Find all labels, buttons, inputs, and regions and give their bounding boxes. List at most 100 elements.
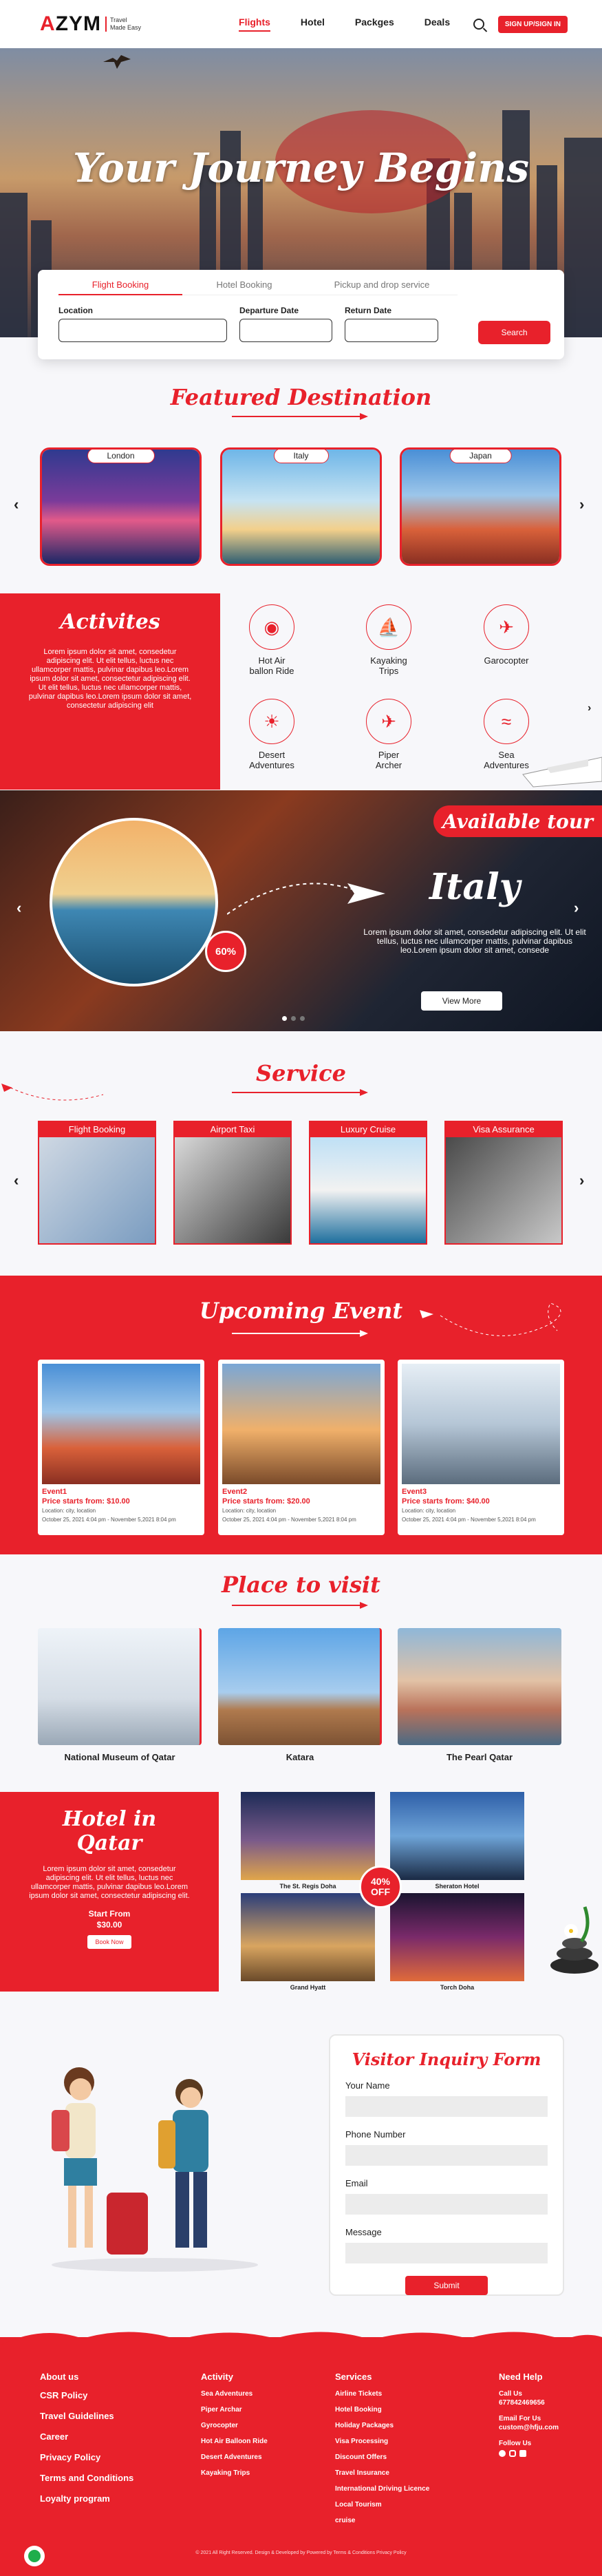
place-card[interactable] — [38, 1628, 202, 1745]
hotel-title: Hotel in Qatar — [62, 1807, 157, 1855]
footer-col-title[interactable]: About us — [40, 2372, 133, 2382]
phone-link[interactable]: 677842469656 — [499, 2399, 559, 2407]
activities-next-arrow[interactable]: › — [588, 702, 591, 715]
available-tour-banner: Available tour Italy Lorem ipsum dolor s… — [0, 790, 602, 1031]
footer-link[interactable]: Travel Guidelines — [40, 2411, 133, 2421]
footer-link[interactable]: Hotel Booking — [335, 2406, 429, 2414]
hotel-label: Sheraton Hotel — [435, 1883, 480, 1890]
email-input[interactable] — [345, 2194, 548, 2215]
service-prev-arrow[interactable]: ‹ — [14, 1172, 19, 1190]
footer-link[interactable]: Terms and Conditions — [40, 2473, 133, 2483]
footer-link[interactable]: Desert Adventures — [201, 2453, 268, 2461]
activity-desert[interactable]: ☀ Desert Adventures — [230, 699, 313, 770]
activity-hot-air-balloon[interactable]: ◉ Hot Air ballon Ride — [230, 604, 313, 676]
submit-button[interactable]: Submit — [405, 2276, 488, 2295]
logo[interactable]: AZYM Travel Made Easy — [40, 12, 141, 36]
tab-flight-booking[interactable]: Flight Booking — [58, 279, 182, 295]
activity-piper-archer[interactable]: ✈ Piper Archer — [347, 699, 430, 770]
service-card[interactable]: Luxury Cruise — [309, 1121, 427, 1245]
footer-link[interactable]: Career — [40, 2431, 133, 2442]
visa-assurance-image — [444, 1137, 563, 1245]
return-date-input[interactable] — [345, 319, 438, 342]
destination-card[interactable]: Italy — [220, 447, 382, 566]
hotel-image[interactable] — [241, 1792, 375, 1880]
footer-link[interactable]: Hot Air Balloon Ride — [201, 2438, 268, 2445]
search-button[interactable]: Search — [478, 321, 550, 344]
facebook-icon[interactable] — [499, 2450, 506, 2457]
name-label: Your Name — [345, 2080, 390, 2091]
tour-next-arrow[interactable]: › — [574, 899, 579, 917]
menu-item-packages[interactable]: Packges — [355, 17, 394, 32]
carousel-dot[interactable] — [300, 1016, 305, 1021]
featured-next-arrow[interactable]: › — [579, 496, 584, 514]
desert-icon: ☀ — [249, 699, 294, 744]
menu-item-flights[interactable]: Flights — [239, 17, 270, 32]
activity-garocopter[interactable]: ✈ Garocopter — [465, 604, 548, 666]
footer-link[interactable]: Airline Tickets — [335, 2390, 429, 2398]
destination-card[interactable]: London — [40, 447, 202, 566]
location-input[interactable] — [58, 319, 227, 342]
footer-link[interactable]: Holiday Packages — [335, 2422, 429, 2429]
signin-button[interactable]: SIGN UP/SIGN IN — [497, 15, 568, 33]
place-card[interactable] — [218, 1628, 382, 1745]
event-card[interactable]: Event2 Price starts from: $20.00 Locatio… — [218, 1360, 385, 1535]
phone-input[interactable] — [345, 2145, 548, 2166]
luxury-cruise-image — [309, 1137, 427, 1245]
footer-link[interactable]: Sea Adventures — [201, 2390, 268, 2398]
start-from-label: Start From — [88, 1909, 131, 1919]
cruise-ship-icon — [522, 757, 602, 788]
featured-prev-arrow[interactable]: ‹ — [14, 496, 19, 514]
hotel-image[interactable] — [241, 1893, 375, 1981]
service-card[interactable]: Visa Assurance — [444, 1121, 563, 1245]
available-tour-tag: Available tour — [433, 805, 602, 837]
footer-link[interactable]: Piper Archar — [201, 2406, 268, 2414]
inquiry-form: Visitor Inquiry Form Your Name Phone Num… — [329, 2034, 564, 2296]
view-more-button[interactable]: View More — [421, 991, 502, 1011]
service-next-arrow[interactable]: › — [579, 1172, 584, 1190]
email-link[interactable]: custom@hfju.com — [499, 2424, 559, 2431]
activities-panel: Activites Lorem ipsum dolor sit amet, co… — [0, 593, 220, 790]
footer-link[interactable]: Gyrocopter — [201, 2422, 268, 2429]
menu-item-hotel[interactable]: Hotel — [301, 17, 325, 32]
footer-link[interactable]: Kayaking Trips — [201, 2469, 268, 2477]
footer-link[interactable]: cruise — [335, 2517, 429, 2524]
carousel-dot[interactable] — [282, 1016, 287, 1021]
book-now-button[interactable]: Book Now — [87, 1935, 131, 1949]
place-card[interactable] — [398, 1628, 561, 1745]
activity-label: ballon Ride — [249, 666, 294, 676]
destination-label: Japan — [449, 450, 512, 463]
footer-link[interactable]: Loyalty program — [40, 2493, 133, 2504]
event-card[interactable]: Event1 Price starts from: $10.00 Locatio… — [38, 1360, 204, 1535]
place-label: The Pearl Qatar — [446, 1752, 513, 1762]
search-icon[interactable] — [473, 19, 484, 30]
email-label: Email For Us — [499, 2415, 541, 2422]
footer-link[interactable]: Visa Processing — [335, 2438, 429, 2445]
twitter-icon[interactable] — [519, 2450, 526, 2457]
japan-image — [402, 450, 559, 564]
footer-link[interactable]: Discount Offers — [335, 2453, 429, 2461]
destination-card[interactable]: Japan — [400, 447, 561, 566]
menu-item-deals[interactable]: Deals — [424, 17, 450, 32]
message-input[interactable] — [345, 2243, 548, 2263]
tab-hotel-booking[interactable]: Hotel Booking — [182, 279, 306, 295]
activity-kayaking[interactable]: ⛵ Kayaking Trips — [347, 604, 430, 676]
footer-link[interactable]: International Driving Licence — [335, 2485, 429, 2493]
footer-link[interactable]: Travel Insurance — [335, 2469, 429, 2477]
instagram-icon[interactable] — [509, 2450, 516, 2457]
name-input[interactable] — [345, 2096, 548, 2117]
footer-link[interactable]: CSR Policy — [40, 2390, 133, 2400]
event-card[interactable]: Event3 Price starts from: $40.00 Locatio… — [398, 1360, 564, 1535]
hotel-image[interactable] — [390, 1792, 524, 1880]
hotel-image[interactable] — [390, 1893, 524, 1981]
tab-pickup-drop[interactable]: Pickup and drop service — [306, 279, 458, 295]
spa-stones-icon — [550, 1906, 599, 1974]
footer-link[interactable]: Local Tourism — [335, 2501, 429, 2509]
service-card[interactable]: Flight Booking — [38, 1121, 156, 1245]
activities-title: Activites — [60, 610, 160, 634]
departure-date-input[interactable] — [239, 319, 332, 342]
chat-widget-button[interactable] — [24, 2546, 45, 2566]
tour-prev-arrow[interactable]: ‹ — [17, 899, 21, 917]
footer-link[interactable]: Privacy Policy — [40, 2452, 133, 2462]
carousel-dot[interactable] — [291, 1016, 296, 1021]
service-card[interactable]: Airport Taxi — [173, 1121, 292, 1245]
